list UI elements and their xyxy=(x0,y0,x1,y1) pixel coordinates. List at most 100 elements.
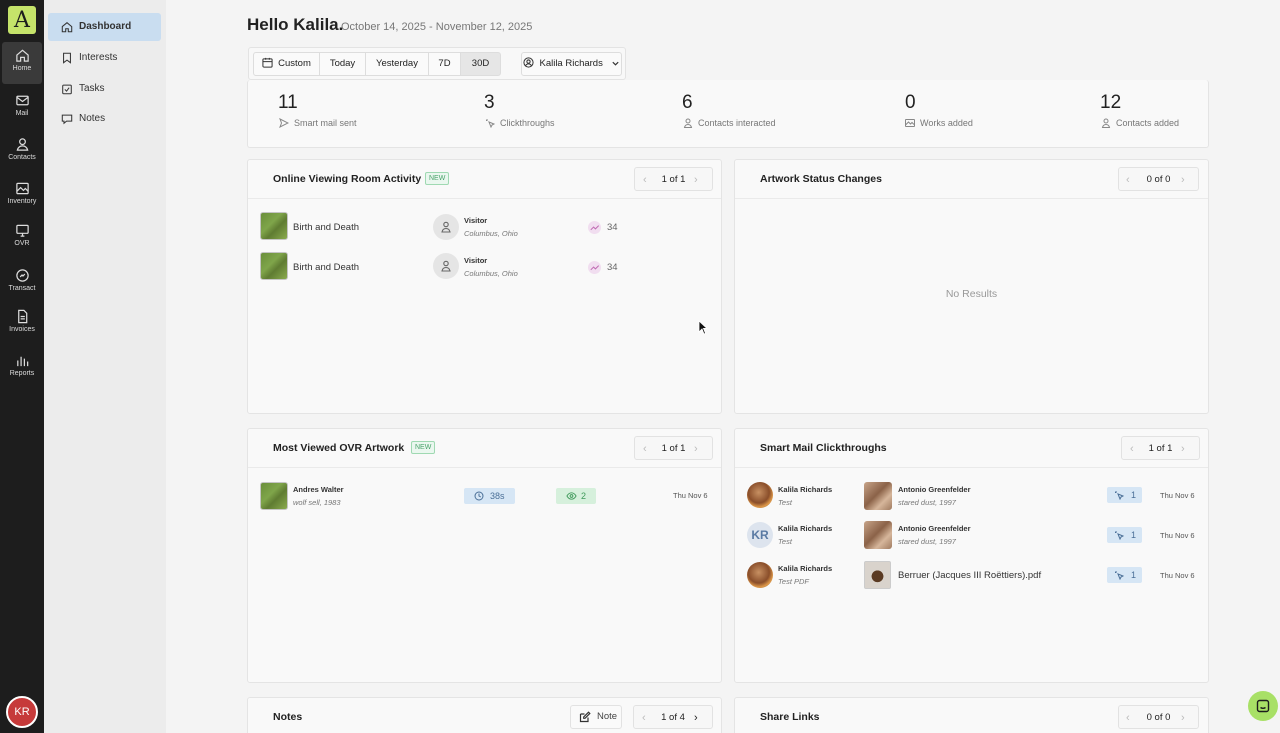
click-count: 1 xyxy=(1131,530,1137,540)
tasks-icon xyxy=(62,84,72,95)
calendar-icon xyxy=(262,57,273,68)
submenu-item-label: Tasks xyxy=(79,83,105,94)
trend-up-icon xyxy=(588,261,601,274)
visitor-location: Columbus, Ohio xyxy=(464,229,518,238)
next-page-button[interactable]: › xyxy=(694,711,704,725)
empty-state-text: No Results xyxy=(945,288,998,300)
page-title: Hello Kalila. xyxy=(247,15,344,34)
notes-card: Notes Note ‹ 1 of 4 › xyxy=(247,697,722,733)
submenu-item-label: Interests xyxy=(79,52,118,63)
most-viewed-pager: ‹ 1 of 1 › xyxy=(634,436,713,460)
time-chip: 38s xyxy=(464,488,515,504)
artwork-info: stared dust, 1997 xyxy=(898,498,956,507)
rail-item-reports[interactable]: Reports xyxy=(2,347,42,389)
visitor-avatar xyxy=(433,253,459,279)
filter-30d-button[interactable]: 30D xyxy=(460,52,501,76)
stat-label-text: Contacts added xyxy=(1116,118,1180,128)
send-icon xyxy=(279,118,289,128)
stat-label-text: Contacts interacted xyxy=(698,118,776,128)
card-title: Most Viewed OVR Artwork xyxy=(273,442,405,454)
artwork-title: Birth and Death xyxy=(293,262,360,273)
rail-item-home[interactable]: Home xyxy=(2,42,42,84)
stat-value-smart-mail: 11 xyxy=(278,92,298,113)
user-filter-dropdown[interactable]: Kalila Richards xyxy=(521,52,622,76)
card-title: Online Viewing Room Activity xyxy=(273,173,422,185)
home-icon xyxy=(15,49,29,62)
sender-name: Kalila Richards xyxy=(778,524,833,533)
view-count: 34 xyxy=(607,262,618,273)
artwork-artist: Antonio Greenfelder xyxy=(898,485,971,494)
artwork-thumbnail xyxy=(864,521,892,549)
new-badge: NEW xyxy=(411,441,436,454)
card-title: Notes xyxy=(273,711,303,723)
user-avatar[interactable]: KR xyxy=(6,696,38,728)
bookmark-icon xyxy=(63,52,71,64)
artwork-info: stared dust, 1997 xyxy=(898,537,956,546)
edit-icon xyxy=(579,711,591,723)
click-count-chip: 1 xyxy=(1107,527,1142,543)
stat-value-works-added: 0 xyxy=(905,92,916,113)
smart-mail-clickthroughs-card: Smart Mail Clickthroughs ‹ 1 of 1 › Kali… xyxy=(734,428,1209,683)
artwork-thumbnail xyxy=(260,482,288,510)
click-icon xyxy=(486,119,495,128)
ovr-activity-card: Online Viewing Room Activity NEW ‹ 1 of … xyxy=(247,159,722,414)
sender-avatar xyxy=(747,482,773,508)
next-page-button[interactable]: › xyxy=(1181,173,1191,187)
stat-value-contacts-interacted: 6 xyxy=(682,92,693,113)
rail-item-mail[interactable]: Mail xyxy=(2,87,42,129)
rail-item-inventory[interactable]: Inventory xyxy=(2,175,42,217)
trend-up-icon xyxy=(588,221,601,234)
next-page-button[interactable]: › xyxy=(694,173,704,187)
submenu-item-label: Dashboard xyxy=(79,21,132,32)
person-icon xyxy=(683,118,693,128)
next-page-button[interactable]: › xyxy=(1181,442,1191,456)
stat-label-contacts-interacted: Contacts interacted xyxy=(683,118,776,128)
stat-value-contacts-added: 12 xyxy=(1100,92,1122,113)
rail-item-invoices[interactable]: Invoices xyxy=(2,303,42,345)
divider xyxy=(248,467,721,468)
filter-custom-button[interactable]: Custom xyxy=(253,52,320,76)
rail-item-label: OVR xyxy=(14,240,30,247)
filter-yesterday-button[interactable]: Yesterday xyxy=(365,52,429,76)
mouse-cursor-icon xyxy=(698,320,708,335)
person-icon xyxy=(441,221,451,233)
rail-item-contacts[interactable]: Contacts xyxy=(2,131,42,173)
row-date: Thu Nov 6 xyxy=(1160,571,1195,580)
visitor-label: Visitor xyxy=(464,256,488,265)
filter-custom-label: Custom xyxy=(278,58,311,69)
rail-item-ovr[interactable]: OVR xyxy=(2,217,42,259)
artist-name: Andres Walter xyxy=(293,485,344,494)
submenu-item-tasks[interactable]: Tasks xyxy=(48,75,161,103)
mail-subject: Test xyxy=(778,537,792,546)
most-viewed-card: Most Viewed OVR Artwork NEW ‹ 1 of 1 › A… xyxy=(247,428,722,683)
eye-icon xyxy=(566,492,577,500)
new-badge: NEW xyxy=(425,172,450,185)
click-icon xyxy=(1115,491,1124,500)
mail-icon xyxy=(15,95,29,106)
next-page-button[interactable]: › xyxy=(694,442,704,456)
artwork-title: Birth and Death xyxy=(293,222,360,233)
filter-7d-button[interactable]: 7D xyxy=(428,52,461,76)
divider xyxy=(735,198,1208,199)
click-count: 1 xyxy=(1131,490,1137,500)
chat-button[interactable] xyxy=(1248,691,1278,721)
add-note-button[interactable]: Note xyxy=(570,705,622,729)
artwork-info: wolf sell, 1983 xyxy=(293,498,341,507)
stat-label-text: Smart mail sent xyxy=(294,118,357,128)
filter-today-button[interactable]: Today xyxy=(319,52,366,76)
rail-item-label: Mail xyxy=(15,110,29,117)
views-chip: 2 xyxy=(556,488,596,504)
card-title: Artwork Status Changes xyxy=(760,173,882,185)
submenu-item-notes[interactable]: Notes xyxy=(48,105,161,133)
clickthroughs-pager: ‹ 1 of 1 › xyxy=(1121,436,1200,460)
submenu-item-interests[interactable]: Interests xyxy=(48,44,161,72)
next-page-button[interactable]: › xyxy=(1181,711,1191,725)
sender-name: Kalila Richards xyxy=(778,485,833,494)
submenu-item-dashboard[interactable]: Dashboard xyxy=(48,13,161,41)
app-logo[interactable]: A xyxy=(8,6,36,34)
user-circle-icon xyxy=(523,57,535,68)
artwork-thumbnail xyxy=(864,482,892,510)
share-links-pager: ‹ 0 of 0 › xyxy=(1118,705,1199,729)
rail-item-transact[interactable]: Transact xyxy=(2,262,42,304)
notes-pager: ‹ 1 of 4 › xyxy=(633,705,713,729)
